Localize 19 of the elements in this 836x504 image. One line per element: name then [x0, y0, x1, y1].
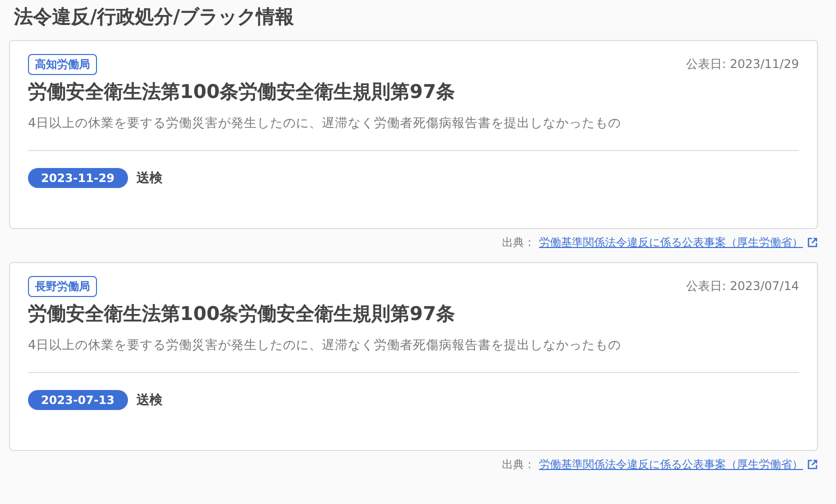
date-badge: 2023-07-13 — [28, 390, 128, 410]
office-tag: 長野労働局 — [28, 276, 97, 297]
published-date: 公表日: 2023/07/14 — [686, 278, 799, 295]
source-link[interactable]: 労働基準関係法令違反に係る公表事案（厚生労働省） — [539, 235, 803, 250]
published-date: 公表日: 2023/11/29 — [686, 56, 799, 73]
external-link-icon — [807, 237, 818, 248]
source-label: 出典： — [502, 235, 535, 250]
case-summary: 4日以上の休業を要する労働災害が発生したのに、遅滞なく労働者死傷病報告書を提出しなかったもの — [28, 336, 622, 354]
date-badge: 2023-11-29 — [28, 168, 128, 188]
action-label: 送検 — [136, 392, 163, 409]
external-link-icon — [807, 459, 818, 470]
office-tag: 高知労働局 — [28, 54, 97, 75]
source-link[interactable]: 労働基準関係法令違反に係る公表事案（厚生労働省） — [539, 457, 803, 472]
law-title: 労働安全衛生法第100条労働安全衛生規則第97条 — [28, 302, 456, 327]
law-title: 労働安全衛生法第100条労働安全衛生規則第97条 — [28, 80, 456, 105]
case-summary: 4日以上の休業を要する労働災害が発生したのに、遅滞なく労働者死傷病報告書を提出しなかったもの — [28, 114, 622, 132]
source-label: 出典： — [502, 457, 535, 472]
action-label: 送検 — [136, 170, 163, 187]
page-heading: 法令違反/行政処分/ブラック情報 — [12, 5, 295, 30]
